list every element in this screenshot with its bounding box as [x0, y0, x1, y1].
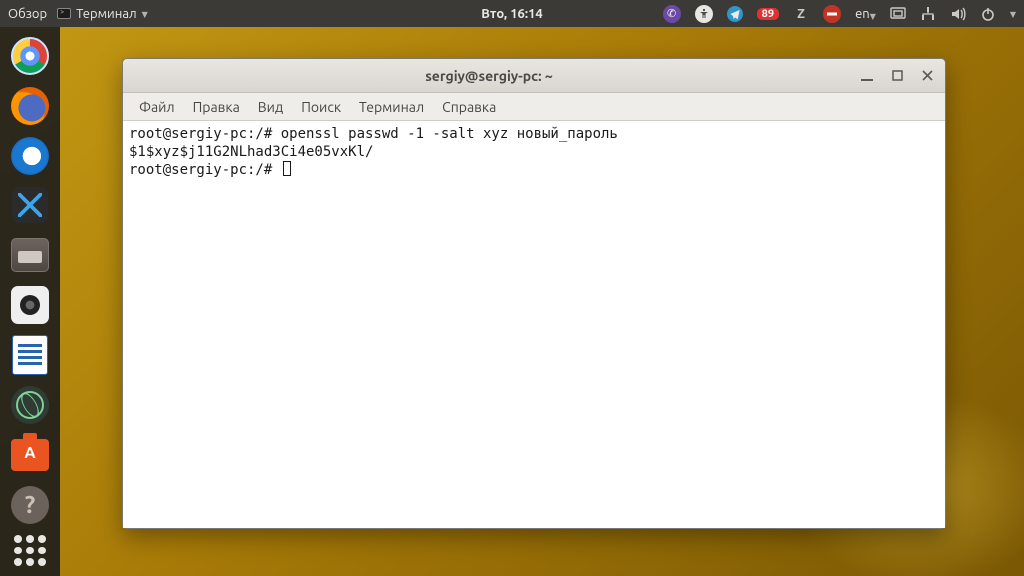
window-titlebar[interactable]: sergiy@sergiy-pc: ~ [123, 59, 945, 93]
writer-icon [12, 335, 48, 375]
dock-camera[interactable] [6, 282, 54, 328]
maximize-button[interactable] [887, 66, 907, 86]
power-icon[interactable] [980, 6, 996, 22]
dock-atom[interactable] [6, 382, 54, 428]
volume-icon[interactable] [950, 6, 966, 22]
dock-vscode[interactable] [6, 183, 54, 229]
viber-icon[interactable]: ✆ [663, 5, 681, 23]
accessibility-icon[interactable] [695, 5, 713, 23]
workspace-icon[interactable] [890, 6, 906, 22]
dock: ? [0, 27, 60, 576]
thunderbird-icon [11, 137, 49, 175]
menu-view[interactable]: Вид [250, 96, 291, 118]
files-icon [11, 238, 49, 272]
dock-firefox[interactable] [6, 83, 54, 129]
menu-help[interactable]: Справка [434, 96, 504, 118]
chromium-icon [11, 37, 49, 75]
system-menu-chevron-icon[interactable]: ▼ [1010, 10, 1016, 19]
activities-button[interactable]: Обзор [8, 7, 47, 21]
terminal-line-1: root@sergiy-pc:/# openssl passwd -1 -sal… [129, 126, 618, 142]
network-icon[interactable] [920, 6, 936, 22]
menu-search[interactable]: Поиск [293, 96, 349, 118]
terminal-window: sergiy@sergiy-pc: ~ Файл Правка Вид Поис… [122, 58, 946, 529]
active-app-label: Терминал [76, 7, 136, 21]
minimize-button[interactable] [857, 66, 877, 86]
vscode-icon [12, 187, 48, 223]
menu-edit[interactable]: Правка [185, 96, 248, 118]
active-app-menu[interactable]: Терминал ▼ [57, 7, 148, 21]
terminal-line-2: $1$xyz$j11G2NLhad3Ci4e05vxKl/ [129, 144, 373, 160]
menu-terminal[interactable]: Терминал [351, 96, 432, 118]
telegram-icon[interactable] [727, 6, 743, 22]
zorin-icon[interactable]: Z [793, 6, 809, 22]
camera-icon [11, 286, 49, 324]
dock-chromium[interactable] [6, 33, 54, 79]
dock-files[interactable] [6, 232, 54, 278]
top-panel: Обзор Терминал ▼ Вто, 16:14 ✆ 89 Z en▼ [0, 0, 1024, 27]
show-applications-button[interactable] [14, 535, 46, 566]
dock-writer[interactable] [6, 332, 54, 378]
do-not-disturb-icon[interactable] [823, 5, 841, 23]
window-title: sergiy@sergiy-pc: ~ [131, 68, 847, 84]
dock-thunderbird[interactable] [6, 133, 54, 179]
dock-help[interactable]: ? [6, 482, 54, 528]
terminal-prompt: root@sergiy-pc:/# [129, 162, 281, 178]
firefox-icon [11, 87, 49, 125]
help-icon: ? [11, 486, 49, 524]
menu-file[interactable]: Файл [131, 96, 183, 118]
terminal-icon [57, 8, 71, 19]
software-center-icon [11, 439, 49, 471]
chevron-down-icon: ▼ [142, 10, 148, 19]
updates-badge[interactable]: 89 [757, 8, 779, 20]
terminal-cursor [283, 161, 291, 176]
clock[interactable]: Вто, 16:14 [481, 7, 543, 21]
terminal-body[interactable]: root@sergiy-pc:/# openssl passwd -1 -sal… [123, 121, 945, 528]
keyboard-layout-indicator[interactable]: en▼ [855, 7, 876, 21]
menubar: Файл Правка Вид Поиск Терминал Справка [123, 93, 945, 121]
close-button[interactable] [917, 66, 937, 86]
atom-icon [11, 386, 49, 424]
dock-software[interactable] [6, 432, 54, 478]
